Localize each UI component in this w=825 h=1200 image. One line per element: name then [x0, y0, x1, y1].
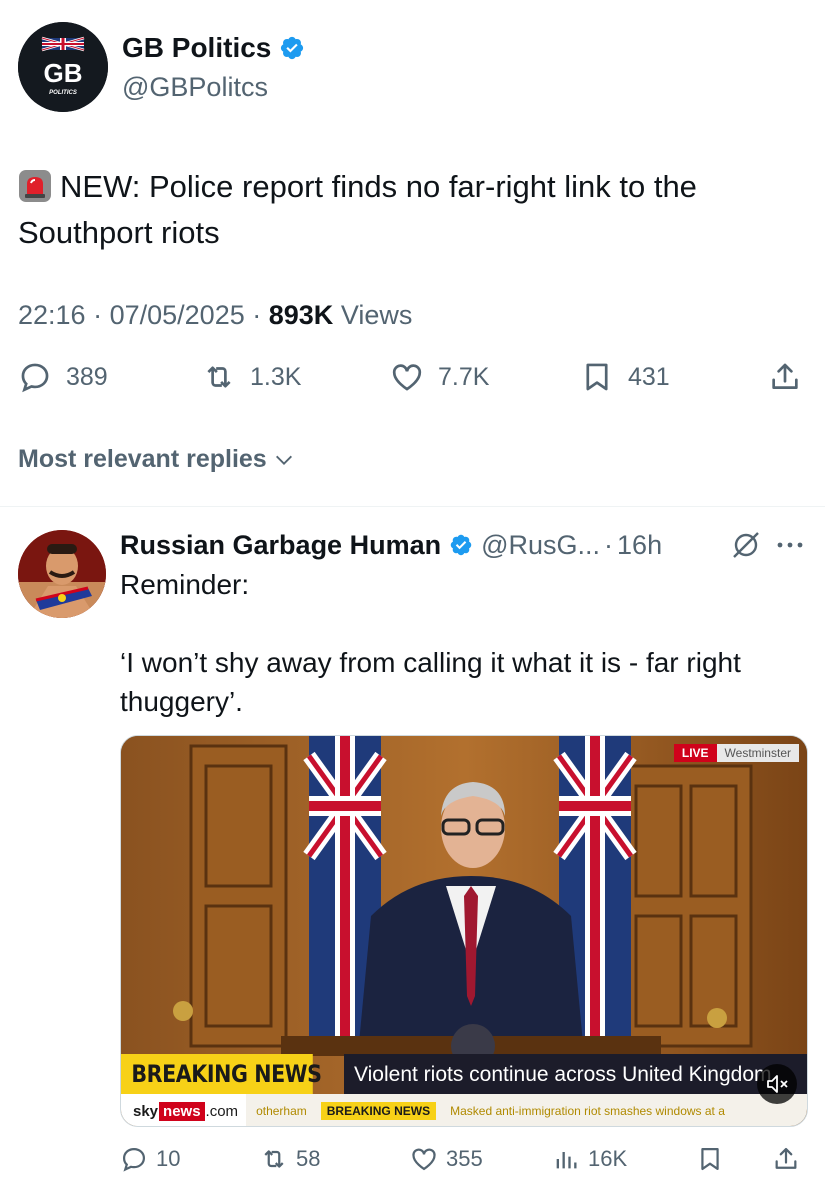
like-count: 7.7K — [438, 362, 490, 391]
like-button[interactable]: 7.7K — [390, 360, 489, 394]
tweet-actions: 389 1.3K 7.7K 431 — [18, 360, 808, 406]
news-headline: Violent riots continue across United Kin… — [344, 1054, 807, 1094]
live-badge: LIVE Westminster — [673, 744, 799, 762]
share-button[interactable] — [768, 360, 802, 394]
author-name-text[interactable]: GB Politics — [122, 32, 271, 64]
breaking-news-label: BREAKING NEWS — [121, 1054, 322, 1094]
tweet-text: NEW: Police report finds no far-right li… — [18, 164, 808, 256]
ticker-breaking: BREAKING NEWS — [320, 1102, 437, 1120]
reply-repost-button[interactable]: 58 — [260, 1145, 320, 1173]
views-count: 893K — [268, 300, 334, 330]
bookmark-button[interactable]: 431 — [580, 360, 670, 394]
reply-icon — [122, 1147, 146, 1172]
reply-header: Russian Garbage Human @RusG... · 16h — [120, 526, 810, 564]
share-icon — [775, 1147, 797, 1169]
reply-text-spacer — [120, 604, 810, 643]
meta-separator: · — [93, 300, 110, 330]
mute-icon — [767, 1075, 788, 1093]
like-icon — [392, 364, 422, 391]
repost-icon — [207, 366, 231, 388]
reply-views-button[interactable]: 16K — [552, 1145, 627, 1173]
meta-separator: · — [252, 300, 269, 330]
reply-button[interactable]: 389 — [18, 360, 108, 394]
ticker-text-1: otherham — [256, 1104, 307, 1118]
repost-count: 1.3K — [250, 362, 302, 391]
grok-icon[interactable] — [731, 530, 761, 560]
reply-text-line-2: ‘I won’t shy away from calling it what i… — [120, 647, 741, 717]
views-icon — [556, 1152, 577, 1169]
repost-button[interactable]: 1.3K — [202, 360, 301, 394]
reply-text-line-1: Reminder: — [120, 569, 250, 600]
views-label: Views — [340, 300, 413, 330]
tweet-text-body: NEW: Police report finds no far-right li… — [18, 169, 697, 250]
replies-header-label: Most relevant replies — [18, 445, 267, 473]
reply-actions: 10 58 355 16K — [120, 1145, 810, 1181]
author-name[interactable]: GB Politics — [122, 32, 305, 64]
location-label: Westminster — [716, 744, 799, 762]
reply-author-handle[interactable]: @RusG... — [481, 530, 600, 561]
reply-like-count: 355 — [446, 1146, 483, 1171]
reply-video[interactable]: LIVE Westminster BREAKING NEWS Violent r… — [120, 735, 808, 1127]
like-icon — [412, 1148, 436, 1171]
sky-brand: sky — [133, 1102, 159, 1120]
avatar-text: GB — [44, 58, 83, 88]
reply-like-button[interactable]: 355 — [410, 1145, 483, 1173]
tweet-time[interactable]: 22:16 — [18, 300, 86, 330]
chevron-down-icon — [275, 455, 292, 465]
gb-politics-avatar[interactable]: GB POLITICS — [18, 22, 108, 112]
reply-reply-count: 10 — [156, 1146, 181, 1171]
reply-separator: · — [604, 529, 614, 560]
reply-bookmark-button[interactable] — [696, 1145, 724, 1173]
more-icon[interactable] — [774, 535, 806, 555]
live-label: LIVE — [673, 744, 717, 762]
repost-icon — [264, 1150, 284, 1168]
mute-button[interactable] — [757, 1064, 797, 1104]
reply-icon — [21, 363, 49, 393]
ticker-text-3: Masked anti-immigration riot smashes win… — [450, 1104, 725, 1118]
bookmark-count: 431 — [628, 362, 670, 391]
news-lower-third: BREAKING NEWS Violent riots continue acr… — [121, 1054, 807, 1094]
sky-com: .com — [205, 1102, 239, 1120]
siren-icon — [19, 170, 51, 202]
tweet-date[interactable]: 07/05/2025 — [110, 300, 245, 330]
sky-news-word: news — [159, 1101, 205, 1121]
reply-share-button[interactable] — [772, 1145, 800, 1173]
reply-text: Reminder: ‘I won’t shy away from calling… — [120, 565, 810, 721]
replies-sort-dropdown[interactable]: Most relevant replies — [18, 445, 295, 474]
news-ticker: sky news .com otherham BREAKING NEWS Mas… — [121, 1094, 807, 1126]
reply-repost-count: 58 — [296, 1146, 321, 1171]
author-handle[interactable]: @GBPolitcs — [122, 72, 268, 103]
reply-avatar[interactable] — [18, 530, 106, 618]
reply-reply-button[interactable]: 10 — [120, 1145, 180, 1173]
verified-badge-icon — [450, 534, 472, 556]
reply-author-name[interactable]: Russian Garbage Human — [120, 530, 441, 561]
share-icon — [772, 363, 798, 389]
bookmark-icon — [701, 1147, 719, 1171]
bookmark-icon — [586, 363, 608, 391]
divider — [0, 506, 825, 507]
reply-count: 389 — [66, 362, 108, 391]
reply-time[interactable]: 16h — [617, 530, 662, 561]
tweet-meta: 22:16 · 07/05/2025 · 893K Views — [18, 300, 412, 331]
sky-news-logo: sky news .com — [121, 1094, 247, 1126]
verified-badge-icon — [281, 36, 304, 60]
reply-views-count: 16K — [588, 1146, 628, 1171]
avatar-subtext: POLITICS — [49, 90, 77, 96]
